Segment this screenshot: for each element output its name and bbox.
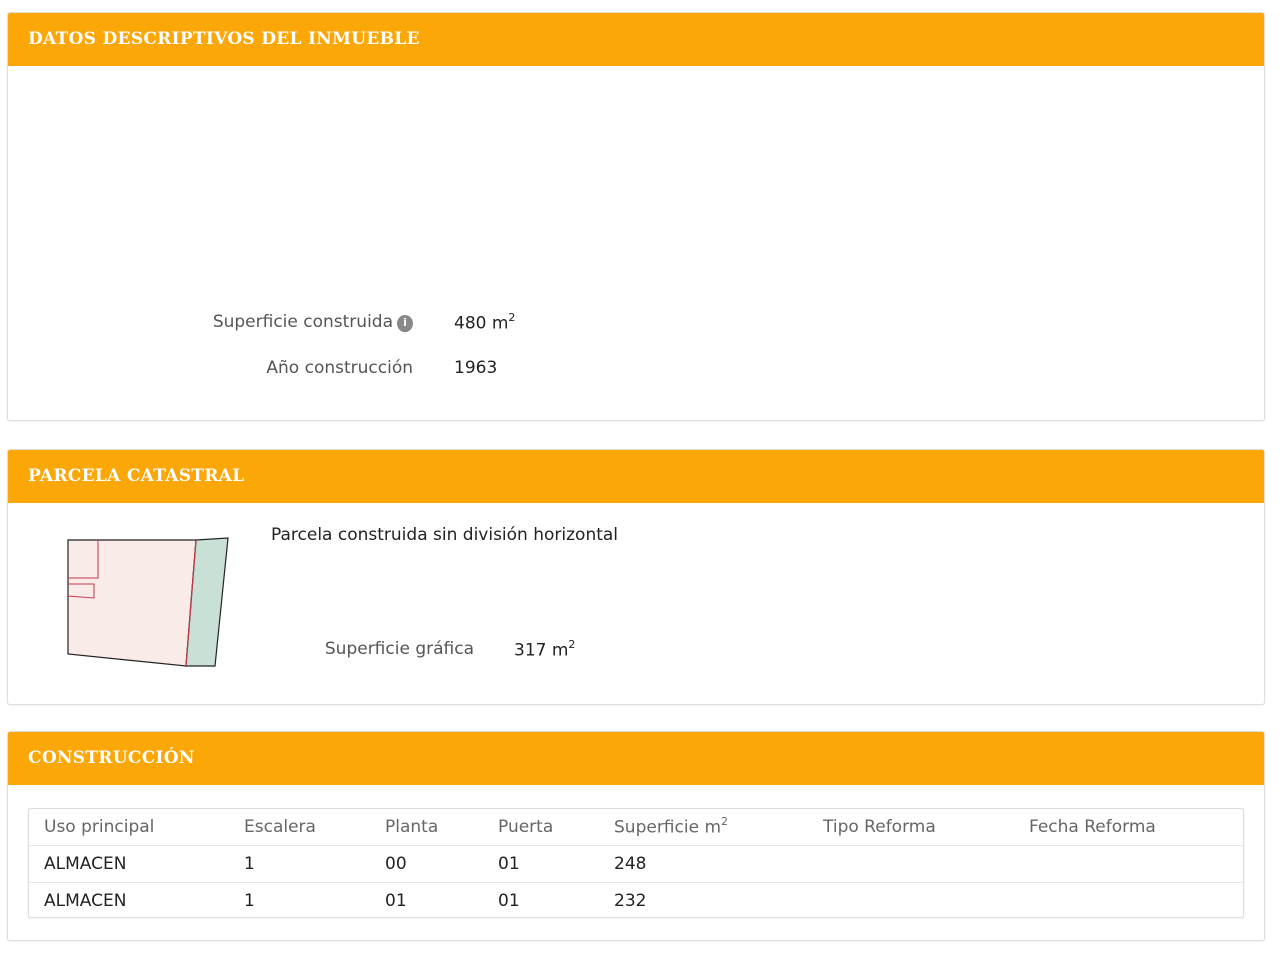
cell-uso: ALMACEN <box>29 845 244 883</box>
cell-superficie: 232 <box>614 882 823 919</box>
info-icon[interactable]: i <box>397 315 413 332</box>
column-header-fecha-reforma: Fecha Reforma <box>1029 817 1156 837</box>
construccion-panel: CONSTRUCCIÓN Uso principal Escalera Plan… <box>7 731 1265 941</box>
column-header-planta: Planta <box>385 817 439 837</box>
table-row: ALMACEN 1 01 01 232 <box>29 882 1243 919</box>
cell-puerta: 01 <box>498 845 614 883</box>
column-header-escalera: Escalera <box>244 817 316 837</box>
cell-fecha-reforma <box>1029 882 1243 919</box>
parcela-catastral-panel: PARCELA CATASTRAL Parcela construida sin… <box>7 449 1265 705</box>
cell-puerta: 01 <box>498 882 614 919</box>
superficie-construida-value: 480 m2 <box>454 311 516 334</box>
superficie-grafica-label: Superficie gráfica <box>324 639 474 659</box>
cell-uso: ALMACEN <box>29 882 244 919</box>
cell-planta: 01 <box>385 882 498 919</box>
construccion-table: Uso principal Escalera Planta Puerta Sup… <box>28 808 1244 919</box>
datos-descriptivos-panel: DATOS DESCRIPTIVOS DEL INMUEBLE Superfic… <box>7 12 1265 421</box>
column-header-superficie: Superficie m2 <box>614 815 729 838</box>
table-header-row: Uso principal Escalera Planta Puerta Sup… <box>29 809 1243 846</box>
construccion-header: CONSTRUCCIÓN <box>8 732 1264 785</box>
cell-escalera: 1 <box>244 845 385 883</box>
table-row: ALMACEN 1 00 01 248 <box>29 845 1243 883</box>
cell-planta: 00 <box>385 845 498 883</box>
superficie-construida-label: Superficie construida i <box>8 312 413 332</box>
cell-escalera: 1 <box>244 882 385 919</box>
anio-construccion-value: 1963 <box>454 358 498 378</box>
parcela-catastral-header: PARCELA CATASTRAL <box>8 450 1264 503</box>
cell-tipo-reforma <box>823 882 1029 919</box>
column-header-tipo-reforma: Tipo Reforma <box>823 817 936 837</box>
cell-superficie: 248 <box>614 845 823 883</box>
column-header-uso: Uso principal <box>44 817 155 837</box>
column-header-puerta: Puerta <box>498 817 554 837</box>
cell-fecha-reforma <box>1029 845 1243 883</box>
superficie-grafica-value: 317 m2 <box>514 638 576 661</box>
cell-tipo-reforma <box>823 845 1029 883</box>
anio-construccion-label: Año construcción <box>266 358 413 378</box>
datos-descriptivos-header: DATOS DESCRIPTIVOS DEL INMUEBLE <box>8 13 1264 66</box>
parcela-descripcion: Parcela construida sin división horizont… <box>271 525 619 545</box>
